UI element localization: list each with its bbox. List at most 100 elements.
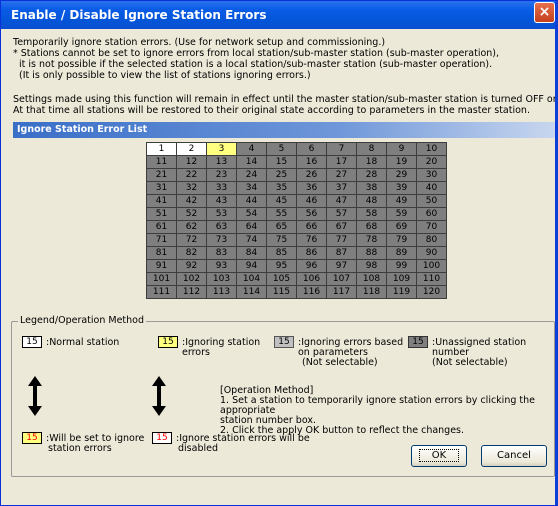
station-cell-42[interactable]: 42 (176, 194, 207, 208)
station-cell-110[interactable]: 110 (416, 272, 447, 286)
station-cell-115[interactable]: 115 (266, 285, 297, 299)
station-cell-2[interactable]: 2 (176, 142, 207, 156)
station-cell-68[interactable]: 68 (356, 220, 387, 234)
station-cell-114[interactable]: 114 (236, 285, 267, 299)
station-cell-16[interactable]: 16 (296, 155, 327, 169)
station-cell-13[interactable]: 13 (206, 155, 237, 169)
station-cell-95[interactable]: 95 (266, 259, 297, 273)
station-cell-74[interactable]: 74 (236, 233, 267, 247)
station-cell-47[interactable]: 47 (326, 194, 357, 208)
station-cell-67[interactable]: 67 (326, 220, 357, 234)
station-cell-118[interactable]: 118 (356, 285, 387, 299)
station-cell-3[interactable]: 3 (206, 142, 237, 156)
station-cell-56[interactable]: 56 (296, 207, 327, 221)
station-cell-14[interactable]: 14 (236, 155, 267, 169)
station-cell-40[interactable]: 40 (416, 181, 447, 195)
station-cell-77[interactable]: 77 (326, 233, 357, 247)
station-cell-105[interactable]: 105 (266, 272, 297, 286)
station-cell-79[interactable]: 79 (386, 233, 417, 247)
station-cell-66[interactable]: 66 (296, 220, 327, 234)
station-cell-5[interactable]: 5 (266, 142, 297, 156)
station-cell-17[interactable]: 17 (326, 155, 357, 169)
station-cell-46[interactable]: 46 (296, 194, 327, 208)
station-cell-108[interactable]: 108 (356, 272, 387, 286)
station-cell-45[interactable]: 45 (266, 194, 297, 208)
station-cell-81[interactable]: 81 (146, 246, 177, 260)
station-cell-41[interactable]: 41 (146, 194, 177, 208)
station-cell-94[interactable]: 94 (236, 259, 267, 273)
station-cell-104[interactable]: 104 (236, 272, 267, 286)
station-cell-73[interactable]: 73 (206, 233, 237, 247)
cancel-button[interactable]: Cancel (481, 445, 547, 467)
station-cell-19[interactable]: 19 (386, 155, 417, 169)
station-cell-30[interactable]: 30 (416, 168, 447, 182)
station-cell-92[interactable]: 92 (176, 259, 207, 273)
station-cell-96[interactable]: 96 (296, 259, 327, 273)
station-cell-12[interactable]: 12 (176, 155, 207, 169)
station-cell-8[interactable]: 8 (356, 142, 387, 156)
station-cell-91[interactable]: 91 (146, 259, 177, 273)
station-cell-52[interactable]: 52 (176, 207, 207, 221)
station-cell-69[interactable]: 69 (386, 220, 417, 234)
station-cell-76[interactable]: 76 (296, 233, 327, 247)
station-cell-32[interactable]: 32 (176, 181, 207, 195)
station-cell-11[interactable]: 11 (146, 155, 177, 169)
station-cell-117[interactable]: 117 (326, 285, 357, 299)
station-cell-111[interactable]: 111 (146, 285, 177, 299)
station-cell-6[interactable]: 6 (296, 142, 327, 156)
station-cell-48[interactable]: 48 (356, 194, 387, 208)
station-cell-78[interactable]: 78 (356, 233, 387, 247)
station-cell-15[interactable]: 15 (266, 155, 297, 169)
station-cell-39[interactable]: 39 (386, 181, 417, 195)
station-cell-10[interactable]: 10 (416, 142, 447, 156)
station-cell-83[interactable]: 83 (206, 246, 237, 260)
station-cell-116[interactable]: 116 (296, 285, 327, 299)
station-cell-60[interactable]: 60 (416, 207, 447, 221)
station-cell-97[interactable]: 97 (326, 259, 357, 273)
station-cell-103[interactable]: 103 (206, 272, 237, 286)
station-cell-87[interactable]: 87 (326, 246, 357, 260)
ok-button[interactable]: OK (411, 445, 467, 467)
station-cell-61[interactable]: 61 (146, 220, 177, 234)
station-cell-21[interactable]: 21 (146, 168, 177, 182)
station-cell-62[interactable]: 62 (176, 220, 207, 234)
station-cell-36[interactable]: 36 (296, 181, 327, 195)
station-cell-28[interactable]: 28 (356, 168, 387, 182)
station-cell-85[interactable]: 85 (266, 246, 297, 260)
station-cell-82[interactable]: 82 (176, 246, 207, 260)
station-cell-64[interactable]: 64 (236, 220, 267, 234)
station-cell-101[interactable]: 101 (146, 272, 177, 286)
station-cell-34[interactable]: 34 (236, 181, 267, 195)
station-cell-43[interactable]: 43 (206, 194, 237, 208)
station-cell-22[interactable]: 22 (176, 168, 207, 182)
station-cell-107[interactable]: 107 (326, 272, 357, 286)
station-cell-98[interactable]: 98 (356, 259, 387, 273)
station-cell-44[interactable]: 44 (236, 194, 267, 208)
station-cell-26[interactable]: 26 (296, 168, 327, 182)
station-cell-102[interactable]: 102 (176, 272, 207, 286)
station-cell-50[interactable]: 50 (416, 194, 447, 208)
station-cell-18[interactable]: 18 (356, 155, 387, 169)
station-cell-4[interactable]: 4 (236, 142, 267, 156)
station-cell-65[interactable]: 65 (266, 220, 297, 234)
station-cell-54[interactable]: 54 (236, 207, 267, 221)
station-cell-112[interactable]: 112 (176, 285, 207, 299)
station-cell-70[interactable]: 70 (416, 220, 447, 234)
station-cell-119[interactable]: 119 (386, 285, 417, 299)
station-cell-63[interactable]: 63 (206, 220, 237, 234)
station-cell-31[interactable]: 31 (146, 181, 177, 195)
station-cell-100[interactable]: 100 (416, 259, 447, 273)
station-cell-27[interactable]: 27 (326, 168, 357, 182)
station-cell-51[interactable]: 51 (146, 207, 177, 221)
station-cell-109[interactable]: 109 (386, 272, 417, 286)
station-cell-89[interactable]: 89 (386, 246, 417, 260)
station-cell-35[interactable]: 35 (266, 181, 297, 195)
station-cell-93[interactable]: 93 (206, 259, 237, 273)
station-cell-53[interactable]: 53 (206, 207, 237, 221)
station-cell-75[interactable]: 75 (266, 233, 297, 247)
station-cell-37[interactable]: 37 (326, 181, 357, 195)
station-cell-80[interactable]: 80 (416, 233, 447, 247)
station-cell-33[interactable]: 33 (206, 181, 237, 195)
station-cell-9[interactable]: 9 (386, 142, 417, 156)
station-cell-120[interactable]: 120 (416, 285, 447, 299)
